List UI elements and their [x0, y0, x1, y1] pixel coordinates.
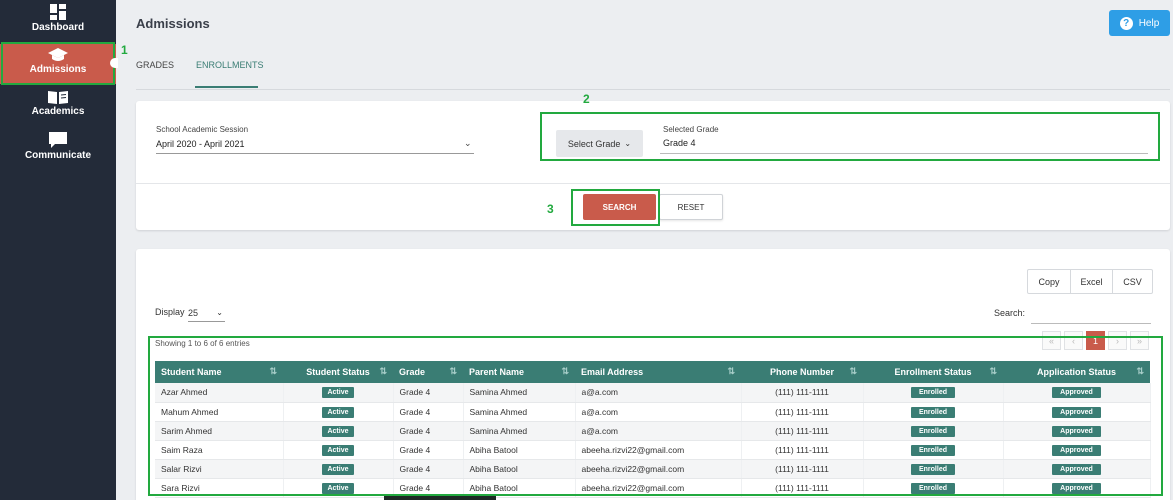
reset-button[interactable]: RESET	[659, 194, 723, 220]
highlight-box-search	[571, 189, 660, 226]
chevron-down-icon: ⌄	[216, 308, 223, 317]
sidebar-item-academics[interactable]: Academics	[0, 90, 116, 124]
tab-enrollments[interactable]: ENROLLMENTS	[196, 60, 264, 70]
table-search-label: Search:	[994, 308, 1026, 318]
help-icon: ?	[1119, 16, 1133, 30]
session-label: School Academic Session	[156, 125, 249, 134]
table-search-input[interactable]	[1031, 307, 1151, 324]
page-title: Admissions	[136, 16, 210, 31]
sidebar-item-label: Academics	[31, 106, 85, 117]
display-count-select[interactable]: 25 ⌄	[188, 308, 225, 322]
sidebar-item-label: Communicate	[24, 150, 92, 161]
copy-button[interactable]: Copy	[1028, 270, 1071, 293]
filter-divider	[136, 183, 1170, 184]
display-label: Display	[155, 307, 185, 317]
session-select[interactable]: April 2020 - April 2021	[156, 139, 245, 149]
horizontal-scrollbar[interactable]	[384, 496, 496, 500]
annotation-3: 3	[547, 202, 554, 216]
sidebar-item-dashboard[interactable]: Dashboard	[0, 4, 116, 38]
excel-button[interactable]: Excel	[1071, 270, 1113, 293]
chat-bubble-icon	[49, 132, 67, 148]
annotation-2: 2	[583, 92, 590, 106]
display-count-value: 25	[188, 308, 199, 318]
tabs-divider	[136, 89, 1170, 90]
chevron-down-icon[interactable]: ⌄	[464, 138, 472, 149]
tab-grades[interactable]: GRADES	[136, 60, 174, 70]
sidebar-item-label: Dashboard	[31, 22, 85, 33]
book-icon	[48, 91, 68, 104]
sidebar-item-communicate[interactable]: Communicate	[0, 132, 116, 166]
annotation-1: 1	[121, 43, 128, 57]
tab-active-underline	[195, 86, 258, 88]
help-label: Help	[1138, 17, 1160, 29]
highlight-box-table	[148, 336, 1163, 496]
highlight-box-grade	[540, 112, 1160, 161]
csv-button[interactable]: CSV	[1113, 270, 1152, 293]
export-button-group: Copy Excel CSV	[1027, 269, 1153, 294]
session-underline	[156, 153, 474, 154]
active-indicator	[110, 58, 118, 68]
dashboard-icon	[50, 4, 66, 20]
help-button[interactable]: ? Help	[1109, 10, 1170, 36]
highlight-box-admissions	[1, 42, 115, 85]
